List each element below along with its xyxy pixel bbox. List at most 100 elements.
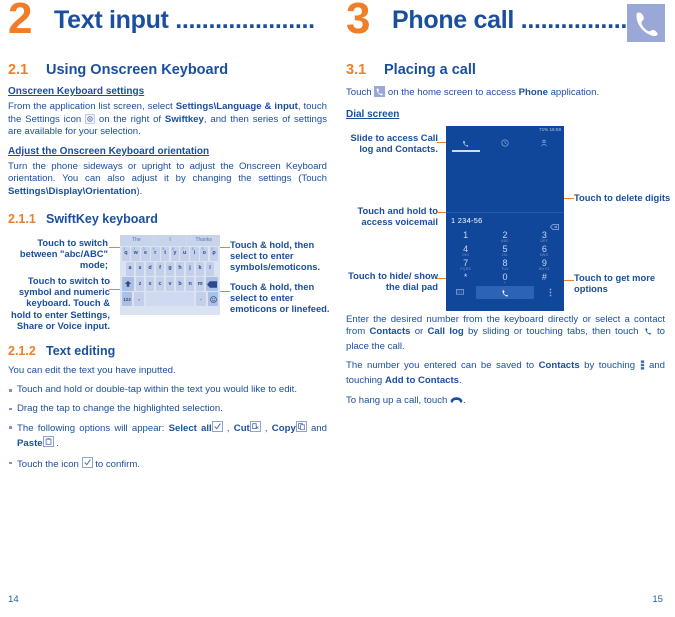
key-m[interactable]: m: [195, 277, 205, 292]
call-log-tab[interactable]: [485, 135, 524, 152]
phone-dial-screen[interactable]: 71% 16:59 1 234-56 1 2 ABC 3 DEF 4 GHI 5…: [446, 125, 564, 311]
symbol-numeric-key[interactable]: 123: [121, 292, 133, 307]
dialpad-key-9[interactable]: 9 WXYZ: [525, 257, 564, 271]
key-label: w: [133, 250, 138, 257]
dialpad-key-7[interactable]: 7 PQRS: [446, 257, 485, 271]
key-p[interactable]: 0p: [209, 246, 219, 261]
key-w[interactable]: 2w: [131, 246, 140, 261]
keyboard-row-2: a s d f g h j k l: [120, 261, 220, 276]
key-k[interactable]: k: [195, 261, 205, 276]
para1-e: by sliding or touching tabs, then touch: [463, 326, 643, 338]
para3-a: To hang up a call, touch: [346, 394, 451, 406]
section-title: Using Onscreen Keyboard: [46, 62, 229, 78]
space-key[interactable]: [145, 292, 195, 307]
dialpad-key-star[interactable]: *: [446, 271, 485, 285]
dialpad-sub: +: [503, 281, 507, 286]
subsection-title: Text editing: [46, 343, 116, 358]
key-i[interactable]: 8i: [190, 246, 199, 261]
comma-key[interactable]: ,: [133, 292, 145, 307]
key-j[interactable]: j: [185, 261, 195, 276]
key-label: x: [148, 280, 152, 287]
annotation-symbols-emoticons: Touch & hold, then select to enter symbo…: [230, 238, 321, 273]
suggestion-0[interactable]: The: [120, 234, 154, 246]
chapter-title: Phone call ................: [392, 6, 628, 34]
dialpad-digit: *: [463, 272, 468, 283]
period-key[interactable]: .: [195, 292, 207, 307]
key-d[interactable]: d: [145, 261, 155, 276]
swiftkey-keyboard[interactable]: The I Thanks 1q 2w 3e 4r 5t 6y 7u 8i 9o …: [120, 234, 221, 315]
dialpad-key-6[interactable]: 6 MNO: [525, 243, 564, 257]
key-g[interactable]: g: [165, 261, 175, 276]
dialpad-key-4[interactable]: 4 GHI: [446, 243, 485, 257]
chapter-title: Text input .....................: [54, 6, 315, 34]
key-label: u: [183, 250, 187, 257]
more-options-icon[interactable]: [536, 288, 564, 297]
key-t[interactable]: 5t: [160, 246, 170, 261]
key-label: i: [193, 250, 196, 257]
dialpad-key-hash[interactable]: #: [525, 271, 564, 285]
key-label: b: [178, 280, 182, 287]
annotation-more-options: Touch to get more options: [574, 271, 656, 294]
list-item: Drag the tap to change the highlighted s…: [8, 403, 327, 416]
settings-bold-2: Swiftkey: [164, 113, 204, 125]
dialpad-key-3[interactable]: 3 DEF: [525, 229, 564, 243]
contacts-tab[interactable]: [525, 135, 564, 152]
shift-key[interactable]: [121, 277, 135, 292]
key-q[interactable]: 1q: [121, 246, 131, 261]
hide-dialpad-icon[interactable]: [446, 289, 474, 296]
orientation-paragraph: Turn the phone sideways or upright to ad…: [8, 161, 327, 199]
dialer-tab[interactable]: [446, 135, 485, 152]
key-y[interactable]: 6y: [170, 246, 180, 261]
key-b[interactable]: b: [175, 277, 185, 292]
key-r[interactable]: 4r: [151, 246, 160, 261]
key-label: h: [178, 265, 182, 272]
dialpad-key-8[interactable]: 8 TUV: [485, 257, 524, 271]
annotation-hide-show-pad: Touch to hide/ show the dial pad: [348, 269, 438, 292]
key-v[interactable]: v: [165, 277, 175, 292]
key-e[interactable]: 3e: [141, 246, 150, 261]
list-item: Touch and hold or double-tap within the …: [8, 384, 327, 397]
section-number: 3.1: [346, 62, 367, 78]
key-f[interactable]: f: [155, 261, 165, 276]
key-h[interactable]: h: [175, 261, 185, 276]
key-label: k: [198, 265, 202, 272]
dialer-tabs[interactable]: [446, 134, 564, 152]
intro-text-c: application.: [547, 87, 600, 98]
call-button[interactable]: [475, 286, 535, 300]
bullet3-text-b: ,: [222, 423, 234, 435]
slide-e: .: [435, 143, 438, 154]
status-right: 71% 16:59: [539, 127, 561, 133]
dialpad-key-1[interactable]: 1: [446, 229, 485, 243]
call-inline-icon: [643, 326, 653, 341]
dialpad-key-0[interactable]: 0 +: [485, 271, 524, 285]
status-bar: 71% 16:59: [446, 125, 564, 135]
key-z[interactable]: z: [135, 277, 145, 292]
dialpad-digit: 1: [463, 229, 469, 240]
dialpad[interactable]: 1 2 ABC 3 DEF 4 GHI 5 JKL 6 MNO 7 PQRS 8 TUV 9W…: [446, 229, 564, 301]
key-x[interactable]: x: [145, 277, 155, 292]
backspace-key[interactable]: [205, 277, 219, 292]
dialpad-key-2[interactable]: 2 ABC: [485, 229, 524, 243]
para2-add-to-contacts: Add to Contacts: [384, 374, 460, 386]
suggestion-1[interactable]: I: [153, 234, 188, 246]
key-s[interactable]: s: [135, 261, 145, 276]
settings-paragraph: From the application list screen, select…: [8, 101, 327, 139]
suggestion-2[interactable]: Thanks: [187, 234, 221, 246]
key-l[interactable]: l: [205, 261, 215, 276]
number-field[interactable]: 1 234-56: [446, 211, 564, 230]
subsection-number: 2.1.1: [8, 211, 36, 226]
key-o[interactable]: 9o: [200, 246, 209, 261]
annotation-delete-digits: Touch to delete digits: [574, 191, 671, 203]
emoji-key[interactable]: [207, 292, 219, 307]
key-c[interactable]: c: [155, 277, 165, 292]
suggestion-bar[interactable]: The I Thanks: [120, 234, 221, 246]
select-all-label: Select all: [168, 423, 212, 435]
dialpad-key-5[interactable]: 5 JKL: [485, 243, 524, 257]
section-3-1: 3.1 Placing a call: [346, 62, 665, 78]
key-label: j: [189, 265, 191, 272]
key-n[interactable]: n: [185, 277, 195, 292]
bullet3-text-c: ,: [260, 423, 272, 435]
key-label: t: [164, 250, 166, 257]
key-u[interactable]: 7u: [180, 246, 189, 261]
key-a[interactable]: a: [125, 261, 135, 276]
